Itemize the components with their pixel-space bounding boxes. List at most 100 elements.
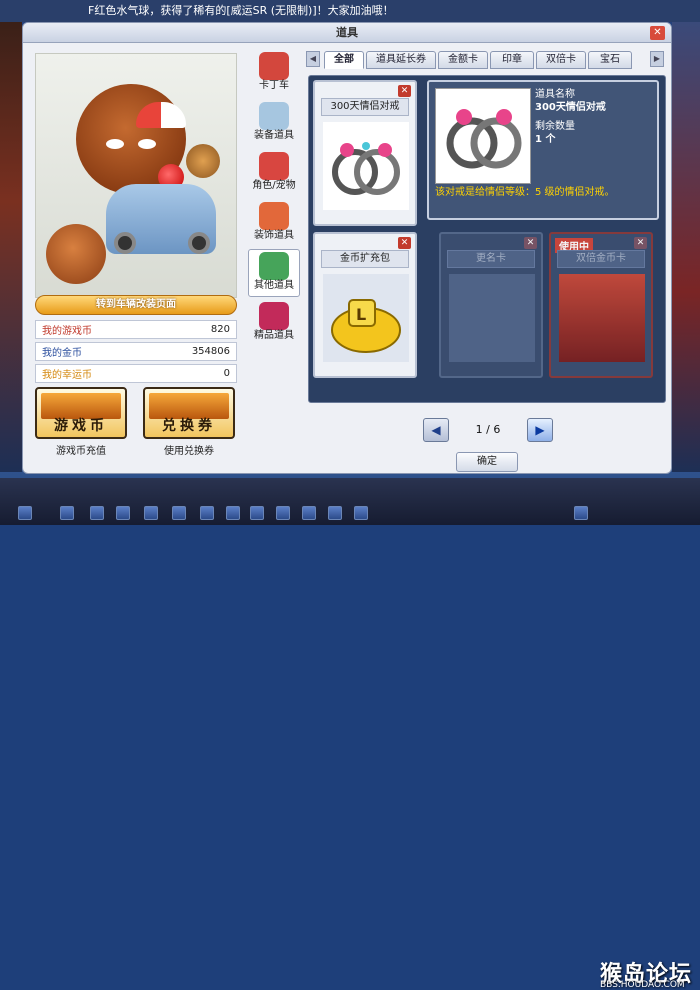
avatar-icon[interactable] (172, 506, 186, 520)
category-label: 装备道具 (254, 130, 294, 141)
home-icon[interactable] (116, 506, 130, 520)
kart-icon (259, 52, 289, 80)
background-decoration-left (0, 22, 22, 472)
stat-label: 我的金币 (42, 348, 82, 359)
item-card-coin-bag[interactable]: ✕ 金币扩充包 L (313, 232, 417, 378)
category-premium[interactable]: 精品道具 (248, 299, 300, 347)
category-decoration[interactable]: 装饰道具 (248, 199, 300, 247)
page-indicator: 1 / 6 (475, 423, 501, 436)
next-page-icon[interactable]: ▶ (527, 418, 553, 442)
eye-icon (106, 139, 124, 149)
rename-card-image (449, 274, 535, 362)
tab-amount-card[interactable]: 金额卡 (438, 51, 488, 69)
item-card-rings[interactable]: ✕ 300天情侣对戒 (313, 80, 417, 226)
confirm-button[interactable]: 确定 (456, 452, 518, 472)
category-label: 卡丁车 (259, 80, 289, 91)
tab-prev-icon[interactable]: ◀ (306, 51, 320, 67)
detail-text: 道具名称 300天情侣对戒 剩余数量 1 个 (535, 88, 606, 146)
start-icon[interactable] (18, 506, 32, 520)
selected-item-image (435, 88, 531, 184)
stat-label: 我的幸运币 (42, 370, 92, 381)
detail-name-label: 道具名称 (535, 89, 575, 100)
rank-icon[interactable] (302, 506, 316, 520)
gold-coin-row: 我的金币 354806 (35, 342, 237, 361)
character-avatar (76, 84, 186, 194)
wheel-icon (188, 232, 210, 254)
category-label: 精品道具 (254, 330, 294, 341)
menu-icon[interactable] (200, 506, 214, 520)
tab-next-icon[interactable]: ▶ (650, 51, 664, 67)
shop-icon[interactable] (90, 506, 104, 520)
background-decoration-right (672, 22, 700, 472)
gift-icon (259, 252, 289, 280)
detail-qty-label: 剩余数量 (535, 121, 575, 132)
close-icon[interactable]: ✕ (650, 26, 665, 40)
game-coin-row: 我的游戏币 820 (35, 320, 237, 339)
coin-bag-image: L (323, 274, 409, 362)
ring-image (323, 122, 409, 210)
delete-icon[interactable]: ✕ (398, 237, 411, 249)
tab-stamp[interactable]: 印章 (490, 51, 534, 69)
item-name: 金币扩充包 (321, 250, 409, 268)
button-caption: 使用兑换券 (164, 446, 214, 457)
stat-value: 0 (223, 368, 230, 379)
stat-value: 354806 (191, 346, 230, 357)
button-caption: 游戏币充值 (56, 446, 106, 457)
item-tabs: ◀ 全部 道具延长券 金额卡 印章 双倍卡 宝石 ▶ (306, 49, 668, 71)
item-card-rename[interactable]: ✕ 更名卡 (439, 232, 543, 378)
back-icon[interactable] (60, 506, 74, 520)
settings-icon[interactable] (354, 506, 368, 520)
friends-icon[interactable] (226, 506, 240, 520)
tray-icon[interactable] (574, 506, 588, 520)
eye-icon (138, 139, 156, 149)
gift-icon[interactable] (328, 506, 342, 520)
tab-gem[interactable]: 宝石 (588, 51, 632, 69)
delete-icon[interactable]: ✕ (398, 85, 411, 97)
tab-all[interactable]: 全部 (324, 51, 364, 69)
game-coin-recharge-button[interactable]: 游戏币 (35, 387, 127, 439)
lucky-coin-row: 我的幸运币 0 (35, 364, 237, 383)
gem-icon (259, 302, 289, 330)
pet-icon (186, 144, 220, 178)
goto-kart-tuning-button[interactable]: 转到车辆改装页面 (35, 295, 237, 315)
pagination: ◀ 1 / 6 ▶ (423, 418, 553, 442)
item-name: 双倍金币卡 (557, 250, 645, 268)
button-text: 游戏币 (54, 418, 108, 434)
stat-label: 我的游戏币 (42, 326, 92, 337)
item-name: 更名卡 (447, 250, 535, 268)
character-preview (35, 53, 237, 298)
prev-page-icon[interactable]: ◀ (423, 418, 449, 442)
kart-image (106, 184, 216, 254)
mail-icon[interactable] (250, 506, 264, 520)
wheel-icon (114, 232, 136, 254)
tab-double-card[interactable]: 双倍卡 (536, 51, 586, 69)
taskbar: 猴岛论坛 BBS.HOUDAO.COM (0, 478, 700, 990)
recharge-buttons: 游戏币 游戏币充值 兑换券 使用兑换券 (35, 387, 237, 457)
item-name: 300天情侣对戒 (321, 98, 409, 116)
category-label: 角色/宠物 (252, 180, 296, 191)
svg-text:L: L (356, 305, 366, 324)
stat-value: 820 (210, 324, 230, 335)
pet-icon (259, 152, 289, 180)
button-text: 兑换券 (162, 418, 216, 434)
delete-icon[interactable]: ✕ (524, 237, 537, 249)
window-title: 道具 (23, 23, 671, 43)
item-card-double-coin[interactable]: 使用中 ✕ 双倍金币卡 (549, 232, 653, 378)
detail-description: 该对戒是给情侣等级：5 级的情侣对戒。 (435, 187, 615, 198)
watermark-url: BBS.HOUDAO.COM (600, 980, 685, 990)
category-other[interactable]: 其他道具 (248, 249, 300, 297)
delete-icon[interactable]: ✕ (634, 237, 647, 249)
item-detail-panel: 道具名称 300天情侣对戒 剩余数量 1 个 该对戒是给情侣等级：5 级的情侣对… (427, 80, 659, 220)
category-character-pet[interactable]: 角色/宠物 (248, 149, 300, 197)
double-coin-card-image (559, 274, 645, 362)
book-icon[interactable] (276, 506, 290, 520)
category-label: 装饰道具 (254, 230, 294, 241)
tool-icon[interactable] (144, 506, 158, 520)
category-equipment[interactable]: 装备道具 (248, 99, 300, 147)
tab-extension-voucher[interactable]: 道具延长券 (366, 51, 436, 69)
item-window: 道具 ✕ 转到车辆改装页面 我的游戏币 820 我的金币 354806 我的幸运… (22, 22, 672, 474)
voucher-button[interactable]: 兑换券 (143, 387, 235, 439)
detail-qty: 1 个 (535, 134, 556, 145)
category-kart[interactable]: 卡丁车 (248, 49, 300, 97)
reindeer-decoration (46, 224, 106, 284)
